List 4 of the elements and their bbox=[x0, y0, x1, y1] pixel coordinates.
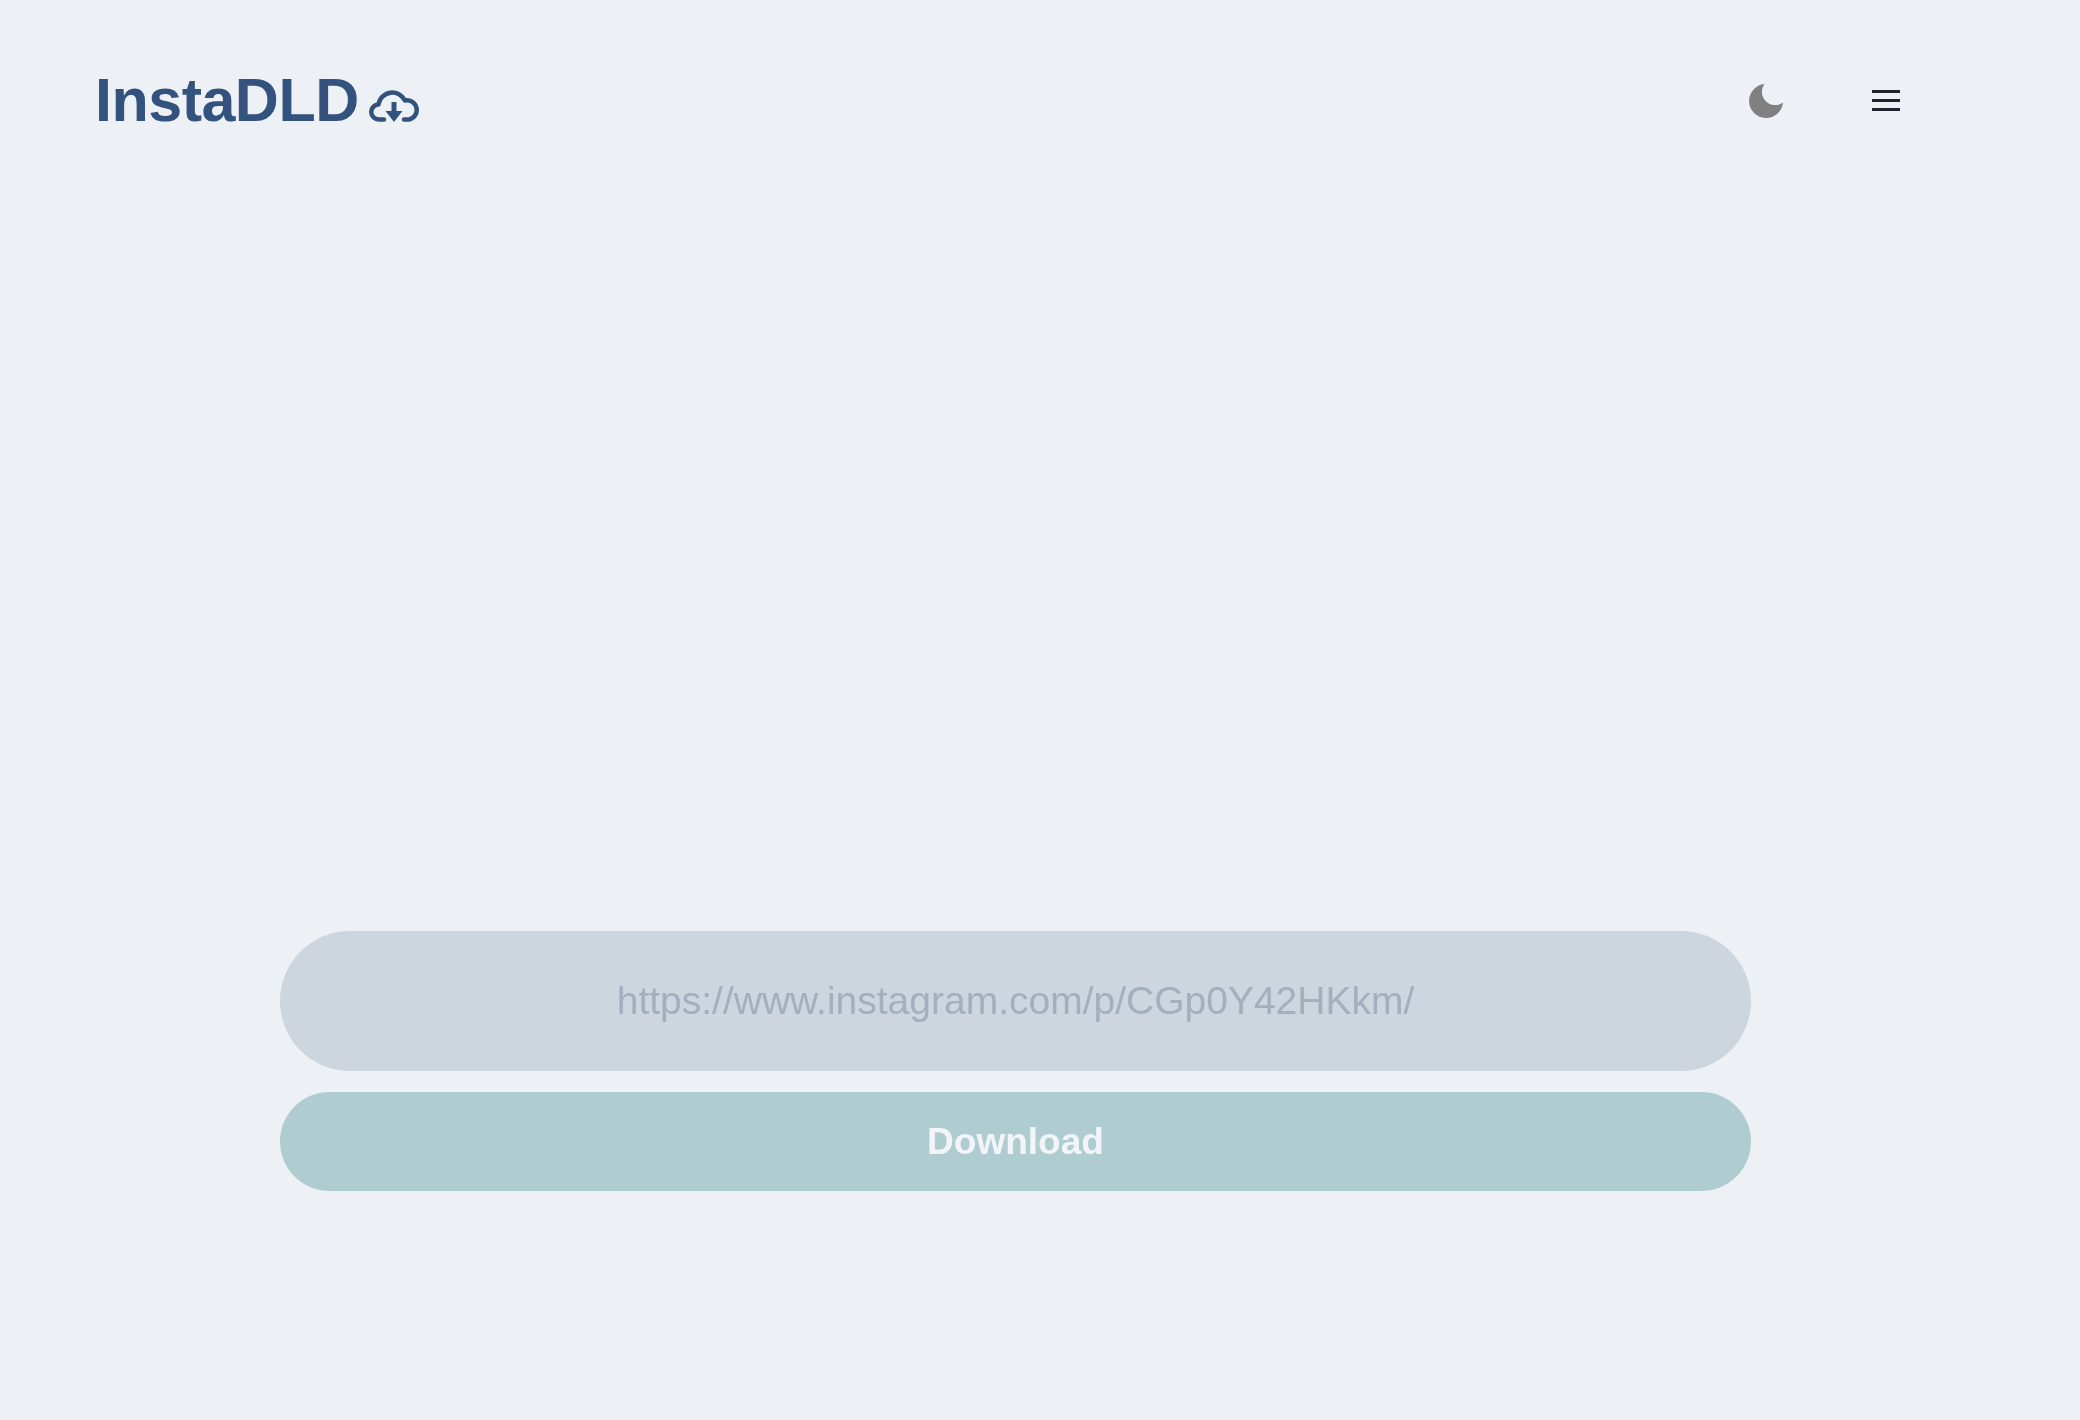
logo-text[interactable]: InstaDLD bbox=[95, 70, 359, 131]
menu-icon[interactable] bbox=[1872, 90, 1900, 111]
cloud-download-icon bbox=[368, 87, 419, 123]
moon-icon[interactable] bbox=[1749, 83, 1783, 118]
